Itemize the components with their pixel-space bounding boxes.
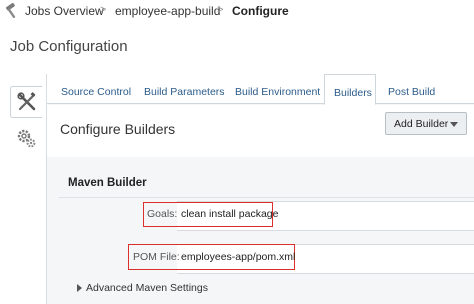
content-title: Configure Builders [60,121,176,137]
page-title: Job Configuration [10,38,128,55]
content-header: Configure Builders Add Builder [47,105,474,157]
tab-builders[interactable]: Builders [324,74,376,105]
chevron-right-icon: > [217,4,224,16]
breadcrumb: Jobs Overview > employee-app-build > Con… [0,0,474,22]
add-builder-label: Add Builder [394,117,449,130]
builders-panel: Source Control Build Parameters Build En… [46,74,474,304]
tab-build-environment[interactable]: Build Environment [229,74,326,104]
tab-bar: Source Control Build Parameters Build En… [47,74,474,105]
goals-label: Goals: [147,208,178,220]
tab-build-parameters[interactable]: Build Parameters [138,74,231,104]
tab-source-control[interactable]: Source Control [55,74,137,104]
caret-right-icon[interactable] [77,284,82,292]
settings-button[interactable] [10,122,42,154]
wrench-screwdriver-icon [16,92,35,111]
pom-file-label: POM File: [133,251,180,263]
tab-post-build[interactable]: Post Build [382,74,441,104]
goals-value: clean install package [181,208,279,220]
breadcrumb-configure: Configure [232,4,289,18]
add-builder-button[interactable]: Add Builder [385,112,467,135]
hammer-icon [5,3,16,19]
builder-config-button[interactable] [10,86,42,118]
section-divider [59,197,474,198]
breadcrumb-employee-app-build[interactable]: employee-app-build [115,4,220,18]
breadcrumb-jobs-overview[interactable]: Jobs Overview [25,4,104,18]
chevron-right-icon: > [100,4,107,16]
left-rail [0,74,48,304]
pom-file-value: employees-app/pom.xml [181,251,296,263]
gears-icon [17,129,36,148]
caret-down-icon [450,122,458,127]
section-title: Maven Builder [68,177,147,189]
advanced-maven-settings-toggle[interactable]: Advanced Maven Settings [86,282,208,294]
